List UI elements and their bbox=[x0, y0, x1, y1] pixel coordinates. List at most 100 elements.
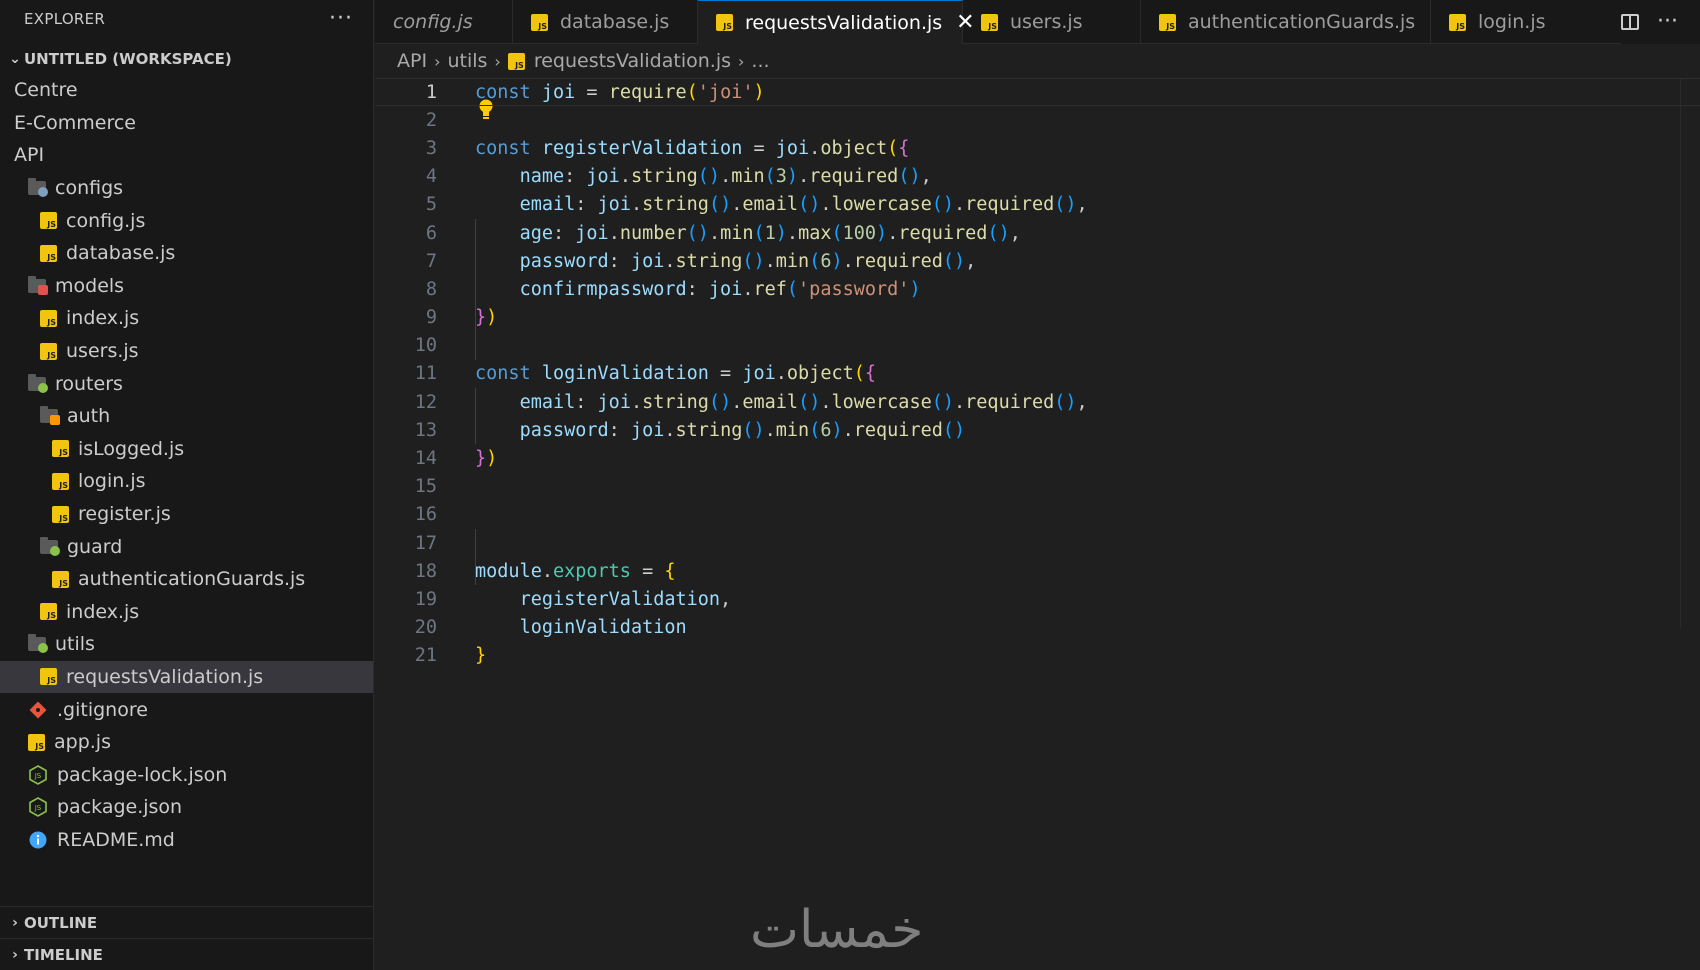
tree-item-auth[interactable]: auth bbox=[0, 400, 373, 433]
tab-login-js[interactable]: login.js bbox=[1431, 0, 1601, 44]
breadcrumb-symbols[interactable]: ... bbox=[751, 50, 769, 72]
tree-item-models[interactable]: models bbox=[0, 270, 373, 303]
breadcrumb-item[interactable]: API bbox=[397, 50, 427, 72]
code-editor[interactable]: 1 const joi = require('joi') 2 3 const reg… bbox=[375, 78, 1700, 970]
tree-item-configs[interactable]: configs bbox=[0, 172, 373, 205]
tree-item-label: auth bbox=[67, 405, 111, 428]
line-number: 21 bbox=[414, 645, 437, 667]
line-number: 19 bbox=[414, 588, 437, 610]
timeline-label: TIMELINE bbox=[24, 945, 103, 964]
tree-item-label: package-lock.json bbox=[57, 763, 228, 786]
code-text: const joi = require('joi') bbox=[475, 81, 765, 103]
tree-item-gitignore[interactable]: .gitignore bbox=[0, 693, 373, 726]
code-line: 2 bbox=[375, 106, 1700, 134]
code-text: loginValidation bbox=[519, 617, 687, 639]
breadcrumb-file[interactable]: requestsValidation.js bbox=[534, 50, 731, 72]
nodejs-icon: JS bbox=[28, 764, 48, 785]
tree-item-models-index-js[interactable]: index.js bbox=[0, 302, 373, 335]
js-file-icon bbox=[981, 13, 998, 31]
line-number: 17 bbox=[414, 532, 437, 554]
tree-item-label: database.js bbox=[66, 242, 176, 265]
tree-item-label: configs bbox=[55, 177, 124, 200]
tree-item-routers-index-js[interactable]: index.js bbox=[0, 596, 373, 629]
tree-item-readme-md[interactable]: README.md bbox=[0, 824, 373, 857]
tree-item-app-js[interactable]: app.js bbox=[0, 726, 373, 759]
outline-section[interactable]: › OUTLINE bbox=[0, 906, 374, 938]
js-file-icon bbox=[40, 342, 57, 360]
tree-item-label: package.json bbox=[57, 796, 183, 819]
code-text: registerValidation, bbox=[519, 588, 732, 610]
js-file-icon bbox=[40, 244, 57, 262]
code-line: 14}) bbox=[375, 444, 1700, 472]
more-actions-icon[interactable]: ··· bbox=[1657, 11, 1678, 33]
code-line: 3 const registerValidation = joi.object({ bbox=[375, 134, 1700, 162]
svg-text:JS: JS bbox=[34, 804, 42, 812]
svg-text:JS: JS bbox=[34, 772, 42, 780]
tab-config-js[interactable]: config.js bbox=[375, 0, 513, 44]
code-line: 4 name: joi.string().min(3).required(), bbox=[375, 163, 1700, 191]
breadcrumb-item[interactable]: utils bbox=[447, 50, 487, 72]
tab-authguards-js[interactable]: authenticationGuards.js bbox=[1141, 0, 1431, 44]
tree-item-routers[interactable]: routers bbox=[0, 367, 373, 400]
tree-item-label: .gitignore bbox=[57, 698, 148, 721]
code-line: 11 const loginValidation = joi.object({ bbox=[375, 360, 1700, 388]
tree-item-authguards-js[interactable]: authenticationGuards.js bbox=[0, 563, 373, 596]
chevron-down-icon: ⌄ bbox=[9, 51, 21, 67]
tree-item-guard[interactable]: guard bbox=[0, 530, 373, 563]
tree-item-islogged-js[interactable]: isLogged.js bbox=[0, 433, 373, 466]
js-file-icon bbox=[52, 440, 69, 458]
folder-shield-icon bbox=[40, 536, 60, 556]
tree-item-database-js[interactable]: database.js bbox=[0, 237, 373, 270]
tree-item-config-js[interactable]: config.js bbox=[0, 204, 373, 237]
tree-item-utils[interactable]: utils bbox=[0, 628, 373, 661]
tree-item-login-js[interactable]: login.js bbox=[0, 465, 373, 498]
tab-database-js[interactable]: database.js bbox=[513, 0, 698, 44]
workspace-header[interactable]: ⌄ UNTITLED (WORKSPACE) bbox=[0, 44, 373, 74]
code-line: 9}) bbox=[375, 304, 1700, 332]
line-number: 4 bbox=[425, 166, 437, 188]
line-number: 14 bbox=[414, 448, 437, 470]
line-number: 18 bbox=[414, 560, 437, 582]
line-number: 11 bbox=[414, 363, 437, 385]
tree-item-requestsvalidation-js[interactable]: requestsValidation.js bbox=[0, 660, 373, 694]
js-file-icon bbox=[28, 733, 45, 751]
editor-tabs: config.js database.js requestsValidation… bbox=[375, 0, 1700, 44]
tab-users-js[interactable]: users.js bbox=[963, 0, 1141, 44]
tree-item-label: README.md bbox=[57, 828, 175, 851]
tree-item-users-js[interactable]: users.js bbox=[0, 335, 373, 368]
tab-requestsvalidation-js[interactable]: requestsValidation.js ✕ bbox=[698, 0, 975, 44]
code-line: 21} bbox=[375, 642, 1700, 670]
code-line: 1 const joi = require('joi') bbox=[375, 78, 1700, 107]
explorer-more-icon[interactable]: ··· bbox=[329, 8, 353, 30]
code-line: 18 module.exports = { bbox=[375, 557, 1700, 585]
tree-item-label: users.js bbox=[66, 340, 139, 363]
tree-item-label: models bbox=[55, 274, 125, 297]
code-line: 12 email: joi.string().email().lowercase… bbox=[375, 388, 1700, 416]
explorer-title: EXPLORER bbox=[24, 10, 106, 28]
tree-item-api[interactable]: API bbox=[0, 139, 373, 172]
code-text: password: joi.string().min(6).required()… bbox=[519, 250, 977, 272]
tree-item-package-lock-json[interactable]: JS package-lock.json bbox=[0, 758, 373, 791]
code-line: 7 password: joi.string().min(6).required… bbox=[375, 247, 1700, 275]
tree-item-register-js[interactable]: register.js bbox=[0, 498, 373, 531]
code-line: 8 confirmpassword: joi.ref('password') bbox=[375, 275, 1700, 303]
line-number: 9 bbox=[425, 307, 437, 329]
js-file-icon bbox=[40, 309, 57, 327]
tree-item-ecommerce[interactable]: E-Commerce bbox=[0, 107, 373, 140]
tree-item-label: Centre bbox=[14, 79, 78, 102]
js-file-icon bbox=[52, 505, 69, 523]
code-text: email: joi.string().email().lowercase().… bbox=[519, 194, 1088, 216]
code-line: 19 registerValidation, bbox=[375, 585, 1700, 613]
timeline-section[interactable]: › TIMELINE bbox=[0, 938, 374, 970]
tree-item-label: authenticationGuards.js bbox=[78, 568, 306, 591]
code-line: 6 age: joi.number().min(1).max(100).requ… bbox=[375, 219, 1700, 247]
js-file-icon bbox=[52, 570, 69, 588]
code-text: age: joi.number().min(1).max(100).requir… bbox=[519, 222, 1021, 244]
split-editor-icon[interactable] bbox=[1621, 14, 1640, 30]
line-number: 13 bbox=[414, 419, 437, 441]
js-file-icon bbox=[40, 212, 57, 230]
workspace-title: UNTITLED (WORKSPACE) bbox=[24, 50, 232, 68]
tree-item-package-json[interactable]: JS package.json bbox=[0, 791, 373, 824]
js-file-icon bbox=[531, 13, 548, 31]
tree-item-centre[interactable]: Centre bbox=[0, 74, 373, 107]
